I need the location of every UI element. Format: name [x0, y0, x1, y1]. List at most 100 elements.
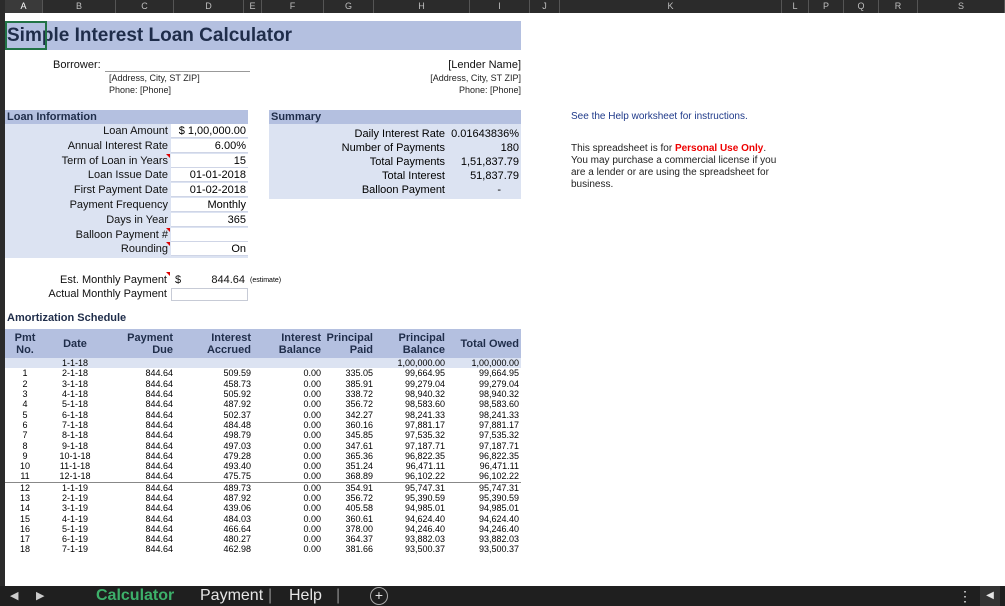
table-cell[interactable]: 94,624.40 [375, 513, 447, 524]
table-cell[interactable]: 479.28 [175, 451, 253, 461]
table-cell[interactable]: 0.00 [253, 399, 323, 409]
tab-help[interactable]: Help [289, 586, 322, 606]
table-cell[interactable] [253, 358, 323, 369]
table-cell[interactable]: 0.00 [253, 524, 323, 534]
table-cell[interactable]: 480.27 [175, 534, 253, 544]
table-cell[interactable]: 356.72 [323, 399, 375, 409]
table-cell[interactable]: 0.00 [253, 440, 323, 451]
table-cell[interactable]: 9 [5, 451, 45, 461]
loan-info-value[interactable] [171, 227, 248, 242]
table-cell[interactable]: 475.75 [175, 471, 253, 482]
table-cell[interactable]: 0.00 [253, 471, 323, 482]
table-cell[interactable]: 12-1-18 [45, 471, 105, 482]
table-cell[interactable]: 484.03 [175, 513, 253, 524]
table-cell[interactable]: 335.05 [323, 368, 375, 378]
table-cell[interactable]: 99,664.95 [447, 368, 521, 378]
table-cell[interactable]: 844.64 [105, 420, 175, 430]
more-options-icon[interactable]: ⋮ [958, 586, 972, 606]
table-cell[interactable]: 96,102.22 [447, 471, 521, 482]
table-cell[interactable]: 347.61 [323, 440, 375, 451]
table-cell[interactable]: 95,390.59 [375, 493, 447, 503]
column-header-k[interactable]: K [560, 0, 782, 13]
table-cell[interactable]: 10 [5, 461, 45, 471]
column-header-c[interactable]: C [116, 0, 174, 13]
table-cell[interactable]: 844.64 [105, 379, 175, 389]
table-cell[interactable]: 0.00 [253, 493, 323, 503]
table-cell[interactable]: 360.61 [323, 513, 375, 524]
table-cell[interactable]: 844.64 [105, 451, 175, 461]
table-cell[interactable]: 844.64 [105, 409, 175, 420]
table-cell[interactable]: 462.98 [175, 544, 253, 554]
table-cell[interactable]: 7 [5, 430, 45, 440]
table-cell[interactable]: 405.58 [323, 503, 375, 513]
table-cell[interactable]: 844.64 [105, 544, 175, 554]
table-cell[interactable]: 0.00 [253, 513, 323, 524]
table-cell[interactable]: 3-1-19 [45, 503, 105, 513]
table-cell[interactable]: 3 [5, 389, 45, 399]
table-cell[interactable]: 498.79 [175, 430, 253, 440]
table-cell[interactable]: 98,940.32 [375, 389, 447, 399]
table-cell[interactable]: 0.00 [253, 461, 323, 471]
table-cell[interactable]: 98,241.33 [447, 409, 521, 420]
table-cell[interactable]: 93,500.37 [375, 544, 447, 554]
table-cell[interactable]: 97,881.17 [375, 420, 447, 430]
table-cell[interactable]: 351.24 [323, 461, 375, 471]
table-cell[interactable]: 1-1-19 [45, 481, 105, 493]
table-cell[interactable]: 94,246.40 [447, 524, 521, 534]
table-cell[interactable]: 487.92 [175, 493, 253, 503]
table-cell[interactable]: 4-1-19 [45, 513, 105, 524]
table-cell[interactable]: 93,500.37 [447, 544, 521, 554]
table-cell[interactable]: 844.64 [105, 461, 175, 471]
table-cell[interactable]: 458.73 [175, 379, 253, 389]
table-cell[interactable]: 6 [5, 420, 45, 430]
table-cell[interactable]: 94,246.40 [375, 524, 447, 534]
table-cell[interactable]: 97,881.17 [447, 420, 521, 430]
table-cell[interactable]: 3-1-18 [45, 379, 105, 389]
table-cell[interactable]: 381.66 [323, 544, 375, 554]
table-cell[interactable]: 13 [5, 493, 45, 503]
column-header-l[interactable]: L [782, 0, 809, 13]
tab-scroll-right-icon[interactable]: ▶ [36, 589, 44, 602]
table-cell[interactable]: 5-1-18 [45, 399, 105, 409]
table-cell[interactable]: 0.00 [253, 430, 323, 440]
table-cell[interactable]: 94,985.01 [447, 503, 521, 513]
table-cell[interactable]: 502.37 [175, 409, 253, 420]
loan-info-value[interactable]: 01-01-2018 [171, 168, 248, 183]
loan-info-value[interactable]: 365 [171, 212, 248, 227]
loan-info-value[interactable]: 6.00% [171, 138, 248, 153]
table-cell[interactable]: 360.16 [323, 420, 375, 430]
table-cell[interactable]: 365.36 [323, 451, 375, 461]
scroll-left-button-icon[interactable]: ◀ [980, 586, 1000, 606]
loan-info-value[interactable]: Monthly [171, 198, 248, 212]
table-cell[interactable]: 0.00 [253, 379, 323, 389]
table-cell[interactable] [323, 358, 375, 369]
table-cell[interactable]: 0.00 [253, 368, 323, 378]
table-cell[interactable]: 96,471.11 [447, 461, 521, 471]
tab-scroll-left-icon[interactable]: ◀ [10, 589, 18, 602]
table-cell[interactable]: 16 [5, 524, 45, 534]
tab-payment[interactable]: Payment [200, 586, 263, 606]
table-cell[interactable]: 96,102.22 [375, 471, 447, 482]
table-cell[interactable]: 8 [5, 440, 45, 451]
table-cell[interactable]: 95,747.31 [447, 481, 521, 493]
table-cell[interactable]: 8-1-18 [45, 430, 105, 440]
table-cell[interactable]: 2 [5, 379, 45, 389]
table-cell[interactable]: 98,940.32 [447, 389, 521, 399]
table-cell[interactable] [175, 358, 253, 369]
column-header-f[interactable]: F [262, 0, 324, 13]
table-cell[interactable]: 18 [5, 544, 45, 554]
table-cell[interactable]: 95,390.59 [447, 493, 521, 503]
table-cell[interactable]: 0.00 [253, 409, 323, 420]
table-cell[interactable]: 2-1-19 [45, 493, 105, 503]
table-cell[interactable]: 96,822.35 [375, 451, 447, 461]
table-cell[interactable]: 844.64 [105, 481, 175, 493]
table-cell[interactable]: 484.48 [175, 420, 253, 430]
table-cell[interactable] [5, 358, 45, 369]
table-cell[interactable]: 11 [5, 471, 45, 482]
table-cell[interactable]: 96,471.11 [375, 461, 447, 471]
table-cell[interactable]: 98,583.60 [447, 399, 521, 409]
add-sheet-icon[interactable]: + [370, 587, 388, 605]
table-cell[interactable]: 94,624.40 [447, 513, 521, 524]
column-header-j[interactable]: J [530, 0, 560, 13]
table-cell[interactable]: 356.72 [323, 493, 375, 503]
